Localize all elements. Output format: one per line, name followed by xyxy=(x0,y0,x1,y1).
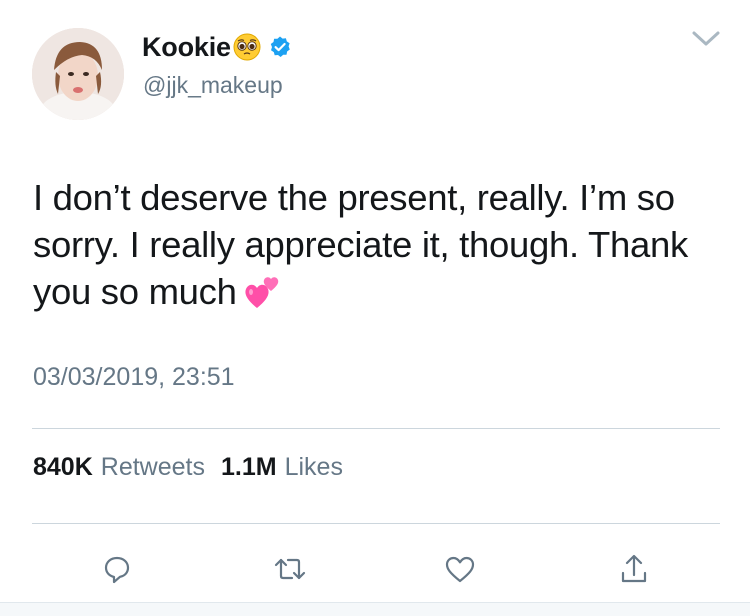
reply-icon xyxy=(104,556,130,584)
two-hearts-icon xyxy=(243,274,281,310)
tweet-body: I don’t deserve the present, really. I’m… xyxy=(33,177,688,312)
share-icon xyxy=(621,554,647,583)
share-button[interactable] xyxy=(612,547,656,591)
retweet-button[interactable] xyxy=(268,547,312,591)
display-name[interactable]: Kookie xyxy=(142,32,231,63)
author-handle[interactable]: @jjk_makeup xyxy=(143,72,283,99)
bottom-edge xyxy=(0,602,750,616)
chevron-down-icon[interactable] xyxy=(690,28,722,50)
like-icon xyxy=(445,556,475,583)
avatar[interactable] xyxy=(32,28,124,120)
tweet-card: Kookie @jjk_makeup I don’t deserve the p… xyxy=(0,0,750,616)
reply-button[interactable] xyxy=(95,547,139,591)
engagement-stats: 840K Retweets 1.1M Likes xyxy=(33,453,343,482)
pleading-face-icon xyxy=(233,33,261,61)
retweets-label[interactable]: Retweets xyxy=(101,453,205,482)
divider xyxy=(32,523,720,524)
retweet-icon xyxy=(274,558,306,580)
action-bar xyxy=(0,547,750,591)
like-button[interactable] xyxy=(438,547,482,591)
likes-label[interactable]: Likes xyxy=(285,453,343,482)
retweets-count[interactable]: 840K xyxy=(33,453,93,482)
author-name-row[interactable]: Kookie xyxy=(142,30,292,64)
tweet-text: I don’t deserve the present, really. I’m… xyxy=(33,174,723,315)
divider xyxy=(32,428,720,429)
tweet-timestamp[interactable]: 03/03/2019, 23:51 xyxy=(33,363,235,392)
verified-badge-icon xyxy=(268,35,292,59)
likes-count[interactable]: 1.1M xyxy=(221,453,277,482)
